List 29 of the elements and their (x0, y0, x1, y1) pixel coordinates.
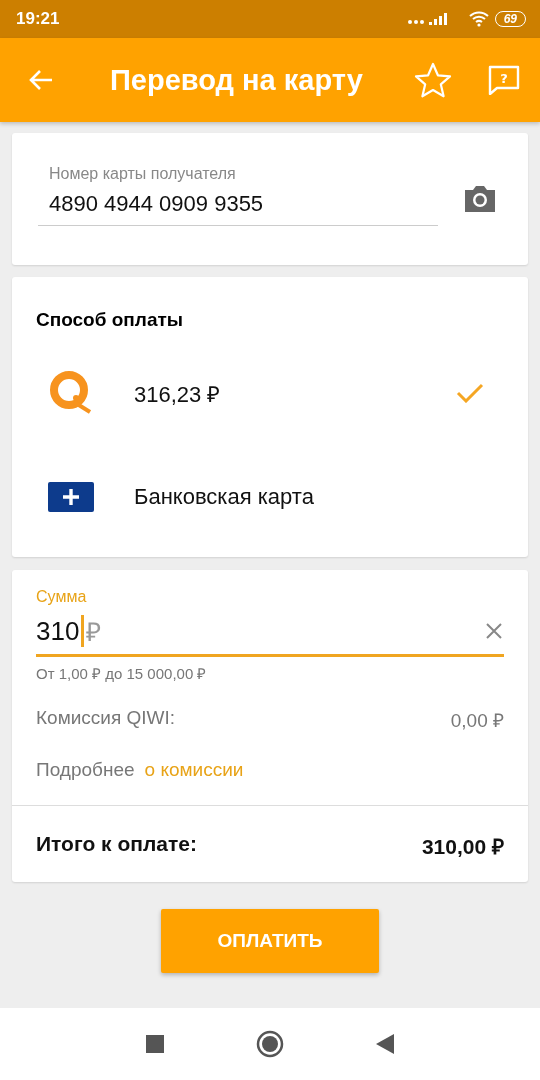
wifi-icon (468, 11, 489, 27)
amount-hint: От 1,00 ₽ до 15 000,00 ₽ (36, 664, 208, 683)
field-label: Номер карты получателя (49, 164, 237, 183)
amount-value: 310 (36, 615, 80, 647)
clear-icon[interactable] (486, 623, 502, 639)
commission-label: Комиссия QIWI: (36, 707, 176, 730)
screen-title: Перевод на карту (110, 63, 364, 97)
payment-method[interactable]: 316,23 ₽ (36, 341, 504, 445)
field-label: Сумма (36, 588, 88, 606)
status-time: 19:21 (16, 9, 60, 29)
back-arrow-icon[interactable] (28, 69, 54, 91)
star-icon[interactable] (414, 62, 452, 98)
back-icon[interactable] (376, 1034, 394, 1054)
payment-method[interactable]: Банковская карта (36, 445, 504, 549)
add-card-icon (48, 482, 94, 512)
checkmark-icon (456, 383, 484, 403)
wallet-logo-icon (48, 370, 94, 416)
currency-sign: ₽ (86, 616, 103, 649)
camera-icon[interactable] (462, 184, 498, 214)
field-value: 4890 4944 0909 9355 (49, 190, 265, 217)
card-number-field[interactable]: Номер карты получателя 4890 4944 0909 9355 (38, 164, 438, 226)
commission-value: 0,00 ₽ (450, 709, 504, 733)
total-value: 310,00 ₽ (421, 834, 504, 860)
text-cursor (81, 615, 85, 647)
details-text: Подробнее (36, 759, 135, 781)
home-icon[interactable] (256, 1030, 284, 1058)
total-label: Итого к оплате: (36, 832, 197, 857)
amount-field[interactable]: 310 ₽ (36, 608, 504, 657)
section-title: Способ оплаты (36, 309, 184, 331)
